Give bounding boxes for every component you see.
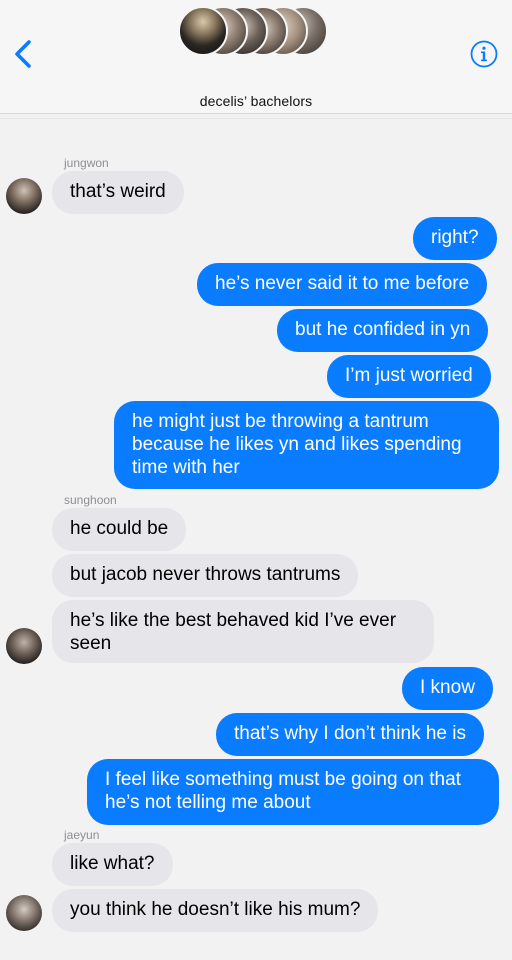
avatar[interactable] [6, 178, 42, 214]
incoming-message[interactable]: he’s like the best behaved kid I’ve ever… [52, 600, 434, 663]
outgoing-message[interactable]: that’s why I don’t think he is [216, 713, 484, 756]
incoming-message[interactable]: that’s weird [52, 171, 184, 214]
outgoing-message[interactable]: he’s never said it to me before [197, 263, 488, 306]
incoming-message[interactable]: he could be [52, 508, 187, 551]
info-icon [470, 40, 498, 68]
outgoing-message[interactable]: he might just be throwing a tantrum beca… [114, 401, 499, 489]
group-avatars[interactable] [178, 6, 334, 56]
incoming-message[interactable]: like what? [52, 843, 173, 886]
group-name[interactable]: decelis’ bachelors [0, 93, 512, 109]
incoming-message[interactable]: you think he doesn’t like his mum? [52, 889, 379, 932]
chevron-left-icon [15, 40, 31, 68]
sender-name: sunghoon [64, 493, 117, 507]
info-button[interactable] [470, 40, 498, 68]
avatar[interactable] [6, 895, 42, 931]
outgoing-message[interactable]: I know [402, 667, 493, 710]
incoming-message[interactable]: but jacob never throws tantrums [52, 554, 359, 597]
back-button[interactable] [10, 36, 40, 72]
sender-name: jungwon [64, 156, 109, 170]
sender-name: jaeyun [64, 828, 100, 842]
chat-header: decelis’ bachelors [0, 0, 512, 114]
outgoing-message[interactable]: right? [413, 217, 497, 260]
avatar [178, 6, 228, 56]
outgoing-message[interactable]: but he confided in yn [277, 309, 489, 352]
outgoing-message[interactable]: I’m just worried [327, 355, 491, 398]
divider [0, 118, 512, 119]
outgoing-message[interactable]: I feel like something must be going on t… [87, 759, 499, 825]
avatar[interactable] [6, 628, 42, 664]
